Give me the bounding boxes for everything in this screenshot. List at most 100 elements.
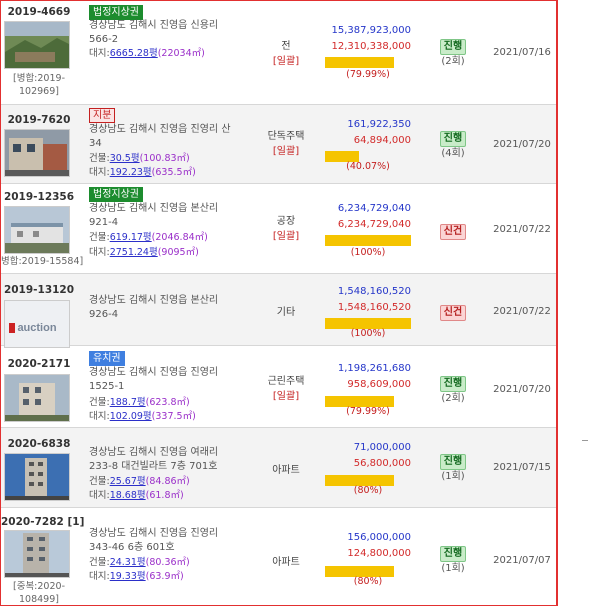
address: 경상남도 김해시 진영읍 여래리 233-8 대건빌라트 7층 701호 (89, 446, 259, 474)
stray-dash (582, 440, 588, 441)
land-pyeong[interactable]: 19.33평 (110, 571, 146, 582)
property-photo[interactable] (4, 530, 70, 578)
property-use: 아파트 (257, 555, 315, 570)
use-label: 아파트 (272, 557, 300, 568)
building-area: 건물:24.31평(80.36㎡) (89, 556, 190, 570)
auction-date: 2021/07/20 (493, 139, 551, 150)
case-number[interactable]: 2020-7282 [1] (1, 516, 84, 528)
use-label: 공장 (276, 216, 296, 227)
table-row[interactable]: 2020-2171 유치권 경상남도 김해시 진영읍 진영리 1525-1 건물… (1, 346, 556, 428)
status-pill: 진행 (439, 546, 467, 562)
case-number[interactable]: 2019-13120 (1, 284, 77, 296)
round-count: (2회) (441, 393, 465, 404)
property-photo[interactable] (4, 129, 70, 177)
auction-status: 진행 (2회) (439, 376, 467, 406)
use-label: 단독주택 (267, 131, 305, 142)
minimum-price: 56,800,000 (353, 458, 411, 469)
appraisal-price: 1,548,160,520 (337, 286, 411, 297)
land-label: 대지: (89, 247, 110, 258)
building-pyeong[interactable]: 30.5평 (110, 153, 140, 164)
table-row[interactable]: 2019-4669 [병합:2019- 102969] 법정지상권 경상남도 김… (1, 1, 556, 105)
land-area: 대지:102.09평(337.5㎡) (89, 410, 196, 424)
building-pyeong[interactable]: 188.7평 (110, 397, 146, 408)
price-block: 6,234,729,040 6,234,729,040 (319, 201, 411, 233)
land-area: 대지:2751.24평(9095㎡) (89, 246, 199, 260)
building-pyeong[interactable]: 25.67평 (110, 476, 146, 487)
case-number[interactable]: 2019-12356 (1, 191, 77, 203)
building-label: 건물: (89, 557, 110, 568)
building-pyeong[interactable]: 619.17평 (110, 232, 152, 243)
share-badge: 지분 (89, 108, 116, 123)
land-m2: (635.5㎡) (151, 167, 196, 178)
building-area: 건물:30.5평(100.83㎡) (89, 152, 190, 166)
ratio-percent: (79.99%) (346, 69, 390, 80)
price-block: 71,000,000 56,800,000 (319, 440, 411, 472)
auction-status: 신건 (439, 224, 467, 240)
bulk-sale-tag: [일괄] (272, 391, 300, 402)
land-m2: (9095㎡) (157, 247, 199, 258)
duplicate-case-note: 108499] (19, 594, 59, 605)
case-number[interactable]: 2020-6838 (1, 438, 77, 450)
round-count: (1회) (441, 563, 465, 574)
status-pill: 진행 (439, 454, 467, 470)
building-label: 건물: (89, 397, 110, 408)
land-area: 대지:19.33평(63.9㎡) (89, 570, 184, 584)
case-number[interactable]: 2019-7620 (1, 114, 77, 126)
auction-date: 2021/07/15 (493, 462, 551, 473)
property-photo[interactable] (4, 453, 70, 501)
address: 경상남도 김해시 진영읍 진영리 1525-1 (89, 366, 249, 394)
property-photo[interactable] (4, 374, 70, 422)
land-area: 대지:192.23평(635.5㎡) (89, 166, 196, 180)
auction-status: 신건 (439, 305, 467, 321)
legal-superficies-badge: 법정지상권 (89, 187, 143, 202)
address: 경상남도 김해시 진영읍 본산리 921-4 (89, 202, 249, 230)
auction-date: 2021/07/20 (493, 384, 551, 395)
building-pyeong[interactable]: 24.31평 (110, 557, 146, 568)
property-use: 단독주택 [일괄] (257, 129, 315, 159)
land-pyeong[interactable]: 2751.24평 (110, 247, 158, 258)
land-pyeong[interactable]: 6665.28평 (110, 48, 158, 59)
merged-case-note: [병합:2019- (13, 73, 65, 84)
land-pyeong[interactable]: 18.68평 (110, 490, 146, 501)
property-use: 기타 (257, 305, 315, 320)
table-row[interactable]: 2020-7282 [1] [중복:2020- 108499] 경상남도 김해시… (1, 508, 556, 605)
minimum-price: 124,800,000 (347, 548, 411, 559)
minimum-price: 1,548,160,520 (337, 302, 411, 313)
round-count: (4회) (441, 148, 465, 159)
status-pill: 진행 (439, 39, 467, 55)
building-label: 건물: (89, 476, 110, 487)
appraisal-price: 1,198,261,680 (337, 363, 411, 374)
ratio-percent: (100%) (350, 247, 386, 258)
address-line: 경상남도 김해시 진영읍 신용리 (89, 20, 219, 31)
building-area: 건물:188.7평(623.8㎡) (89, 396, 190, 410)
address-line: 경상남도 김해시 진영읍 본산리 (89, 203, 219, 214)
table-row[interactable]: 2019-12356 병합:2019-15584] 법정지상권 경상남도 김해시… (1, 184, 556, 274)
address-line: 34 (89, 138, 102, 149)
land-m2: (61.8㎡) (145, 490, 184, 501)
property-photo[interactable] (4, 21, 70, 69)
auction-date: 2021/07/07 (493, 555, 551, 566)
auction-status: 진행 (1회) (439, 546, 467, 576)
minimum-price: 6,234,729,040 (337, 219, 411, 230)
auction-date: 2021/07/16 (493, 47, 551, 58)
land-pyeong[interactable]: 102.09평 (110, 411, 152, 422)
land-pyeong[interactable]: 192.23평 (110, 167, 152, 178)
property-photo[interactable] (4, 206, 70, 254)
table-row[interactable]: 2020-6838 경상남도 김해시 진영읍 여래리 233-8 대건빌라트 7… (1, 428, 556, 508)
building-area: 건물:25.67평(84.86㎡) (89, 475, 190, 489)
address-line: 1525-1 (89, 381, 125, 392)
table-row[interactable]: 2019-13120 auction 경상남도 김해시 진영읍 본산리 926-… (1, 274, 556, 348)
price-block: 15,387,923,000 12,310,338,000 (319, 23, 411, 55)
case-number[interactable]: 2019-4669 (1, 6, 77, 18)
ratio-percent: (79.99%) (346, 406, 390, 417)
appraisal-price: 71,000,000 (353, 442, 411, 453)
address: 경상남도 김해시 진영읍 진영리 343-46 6층 601호 (89, 527, 249, 555)
case-number[interactable]: 2020-2171 (1, 358, 77, 370)
status-pill: 신건 (439, 224, 467, 240)
no-photo-placeholder[interactable]: auction (4, 300, 70, 348)
status-pill: 진행 (439, 131, 467, 147)
status-pill: 진행 (439, 376, 467, 392)
lien-badge: 유치권 (89, 351, 125, 366)
use-label: 근린주택 (267, 376, 305, 387)
table-row[interactable]: 2019-7620 지분 경상남도 김해시 진영읍 진영리 산 34 건물:30… (1, 105, 556, 184)
